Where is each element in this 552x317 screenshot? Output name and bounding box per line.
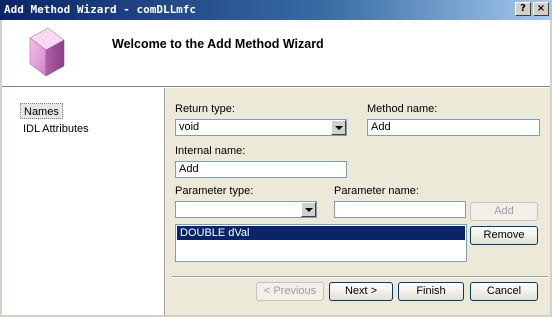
- help-button[interactable]: ?: [515, 2, 531, 16]
- window-frame: [0, 20, 552, 317]
- window-title: Add Method Wizard - comDLLmfc: [4, 3, 197, 16]
- close-button[interactable]: ×: [533, 2, 549, 16]
